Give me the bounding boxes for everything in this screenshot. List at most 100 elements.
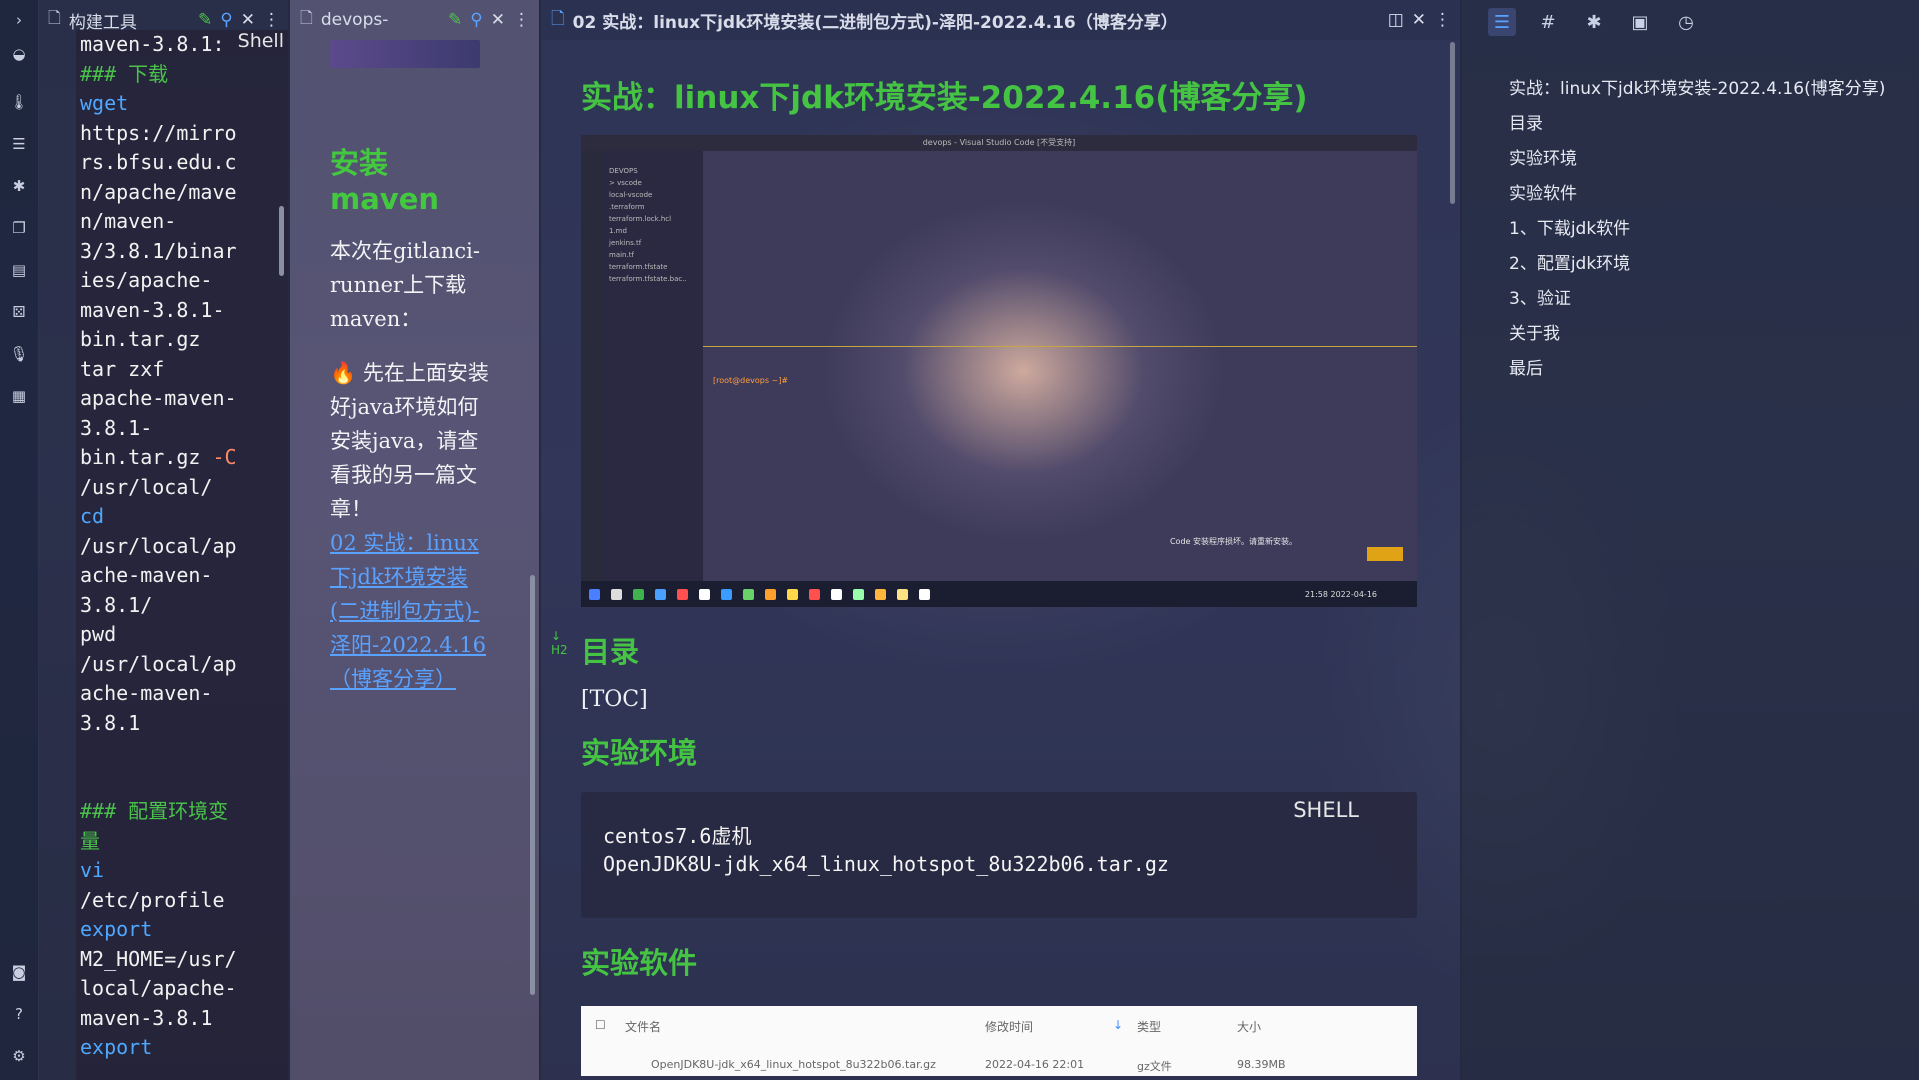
code-line: /usr/local/ [80, 474, 213, 499]
code-line: bin.tar.gz [80, 327, 201, 351]
table-icon[interactable]: ▦ [9, 386, 29, 406]
pane-devops: 🗋 devops- ✎ ⚲ ✕ ⋮ 安装maven 本次在gitlanci-ru… [290, 0, 540, 1080]
embedded-clock: 21:58 2022-04-16 [1304, 589, 1377, 599]
code-line: maven-3.8.1: [80, 32, 225, 56]
code-line: 量 [80, 828, 100, 853]
graph-icon[interactable]: ✱ [1580, 8, 1608, 36]
close-icon[interactable]: ✕ [241, 10, 255, 30]
code-line: maven-3.8.1 [80, 1005, 213, 1030]
more-options-icon[interactable]: ⋮ [513, 10, 530, 30]
more-options-icon[interactable]: ⋮ [1434, 10, 1451, 30]
outline-list-icon[interactable]: ☰ [1488, 8, 1516, 36]
sort-arrow-icon: ↓ [1113, 1018, 1124, 1032]
flag-token: -C [212, 445, 237, 469]
pin-icon[interactable]: ⚲ [470, 10, 482, 30]
microphone-icon[interactable]: 🎙 [9, 344, 29, 364]
file-icon: 🗋 [300, 7, 313, 27]
expand-chevron-icon[interactable]: › [9, 10, 29, 30]
embedded-notice: Code 安装程序损坏。请重新安装。 [1169, 537, 1297, 546]
section-heading: 安装maven [330, 146, 440, 216]
fire-icon: 🔥 [330, 361, 357, 385]
tags-hash-icon[interactable]: # [1534, 8, 1562, 36]
embedded-tree-item: DEVOPS [609, 167, 638, 175]
outline-item[interactable]: 实验环境 [1509, 142, 1909, 177]
embedded-editor-area: [root@devops ~]# Code 安装程序损坏。请重新安装。 [703, 151, 1417, 581]
outline-item[interactable]: 3、验证 [1509, 282, 1909, 317]
close-icon[interactable]: ✕ [1412, 10, 1426, 30]
dice-icon[interactable]: ⚄ [9, 302, 29, 322]
code-line: /etc/profile [80, 887, 225, 912]
heading-software: 实验软件 [581, 946, 698, 980]
thermometer-icon[interactable]: 🌡 [9, 92, 29, 112]
document-title: 实战：linux下jdk环境安装-2022.4.16(博客分享) [581, 80, 1308, 116]
split-view-icon[interactable]: ◫ [1388, 10, 1404, 30]
note-body: 安装maven 本次在gitlanci-runner上下载maven： 🔥 先在… [330, 140, 494, 696]
article-link[interactable]: 02 实战：linux下jdk环境安装(二进制包方式)-泽阳-2022.4.16… [330, 526, 494, 696]
outline-item[interactable]: 2、配置jdk环境 [1509, 247, 1909, 282]
embedded-action-button [1367, 547, 1403, 561]
outline-item[interactable]: 最后 [1509, 352, 1909, 387]
heading-toc: 目录 [581, 635, 640, 669]
code-line: ### 下载 [80, 61, 169, 86]
code-line: ache-maven- [80, 681, 213, 705]
shell-code-block: SHELL centos7.6虚机 OpenJDK8U-jdk_x64_linu… [581, 792, 1417, 918]
activity-bar: › ◒ 🌡 ☰ ✱ ❐ ▤ ⚄ 🎙 ▦ ◙ ? ⚙ [0, 0, 39, 1080]
code-line: M2_HOME=/usr/ [80, 946, 237, 971]
edit-pencil-icon[interactable]: ✎ [198, 10, 212, 30]
more-options-icon[interactable]: ⋮ [263, 10, 280, 30]
scrollbar-thumb[interactable] [1450, 42, 1455, 204]
outline-toolbar: ☰ # ✱ ▣ ◷ [1462, 0, 1919, 44]
heading-level-marker[interactable]: ↓ H2 [551, 629, 568, 657]
cards-icon[interactable]: ▤ [9, 260, 29, 280]
vault-icon[interactable]: ◙ [9, 962, 29, 982]
table-cell: OpenJDK8U-jdk_x64_linux_hotspot_8u322b06… [651, 1058, 936, 1071]
document-list-icon[interactable]: ☰ [9, 134, 29, 154]
outline-item[interactable]: 1、下载jdk软件 [1509, 212, 1909, 247]
table-header: 类型 [1137, 1020, 1162, 1034]
help-icon[interactable]: ? [9, 1004, 29, 1024]
embedded-taskbar: 21:58 2022-04-16 [581, 581, 1417, 607]
outline-item[interactable]: 实战：linux下jdk环境安装-2022.4.16(博客分享) [1509, 72, 1909, 107]
embedded-tree-item: jenkins.tf [609, 239, 642, 247]
calendar-icon[interactable]: ▣ [1626, 8, 1654, 36]
tab-title: devops- [320, 10, 389, 30]
table-header: 文件名 [625, 1020, 662, 1034]
pane-build-tools: 🗋 构建工具 ✎ ⚲ ✕ ⋮ Shell maven-3.8.1: ### 下载 w… [38, 0, 290, 1080]
edit-pencil-icon[interactable]: ✎ [448, 10, 462, 30]
tab-devops[interactable]: 🗋 devops- ✎ ⚲ ✕ ⋮ [290, 0, 540, 40]
code-line: export [80, 917, 153, 941]
close-icon[interactable]: ✕ [491, 10, 505, 30]
embedded-tree-item: terraform.lock.hcl [609, 215, 672, 223]
glasses-icon[interactable]: ◒ [9, 44, 29, 64]
settings-gear-icon[interactable]: ⚙ [9, 1046, 29, 1066]
code-language-label: SHELL [1293, 798, 1359, 822]
history-clock-icon[interactable]: ◷ [1672, 8, 1700, 36]
embedded-window-title: devops - Visual Studio Code [不受支持] [581, 135, 1417, 151]
paragraph: 本次在gitlanci-runner上下载maven： [330, 239, 480, 331]
embedded-tree-item: local-vscode [609, 191, 653, 199]
embedded-tree-item: > vscode [609, 179, 642, 187]
code-line: local/apache- [80, 976, 237, 1000]
tab-main-document[interactable]: 🗋 02 实战：linux下jdk环境安装(二进制包方式)-泽阳-2022.4.… [541, 0, 1461, 40]
embedded-tree-item: terraform.tfstate [609, 263, 668, 271]
outline-item[interactable]: 关于我 [1509, 317, 1909, 352]
scrollbar-thumb[interactable] [530, 575, 535, 995]
files-icon[interactable]: ❐ [9, 218, 29, 238]
graph-icon[interactable]: ✱ [9, 176, 29, 196]
outline-item[interactable]: 目录 [1509, 107, 1909, 142]
heading-level-label: H2 [551, 643, 568, 657]
outline-item[interactable]: 实验软件 [1509, 177, 1909, 212]
tab-title: 02 实战：linux下jdk环境安装(二进制包方式)-泽阳-2022.4.16… [572, 12, 1178, 33]
code-line: n/maven- [80, 209, 177, 233]
code-line: pwd [80, 622, 117, 646]
outline-list: 实战：linux下jdk环境安装-2022.4.16(博客分享) 目录 实验环境 实验… [1509, 72, 1909, 387]
scrollbar-thumb[interactable] [279, 206, 284, 276]
file-table-image: ☐ 文件名 修改时间 ↓ 类型 大小 OpenJDK8U-jdk_x64_lin… [581, 1006, 1417, 1076]
code-line: n/apache/mave [80, 179, 237, 204]
pin-icon[interactable]: ⚲ [220, 10, 232, 30]
code-line: OpenJDK8U-jdk_x64_linux_hotspot_8u322b06… [603, 852, 1169, 876]
tab-title: 构建工具 [68, 12, 137, 33]
table-cell: 98.39MB [1237, 1058, 1286, 1071]
